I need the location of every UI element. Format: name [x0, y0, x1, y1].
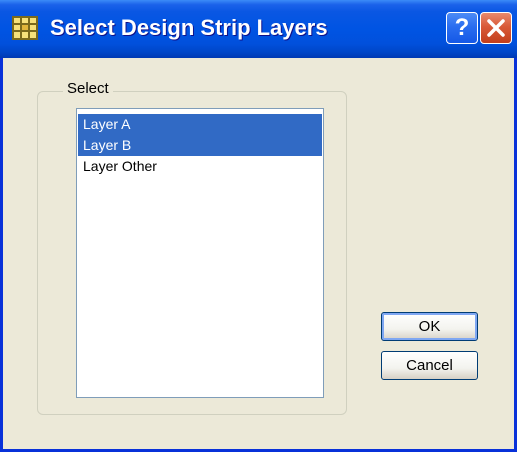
- ok-button[interactable]: OK: [381, 312, 478, 341]
- list-item-layer-other[interactable]: Layer Other: [78, 156, 322, 177]
- title-bar[interactable]: Select Design Strip Layers ?: [0, 0, 517, 58]
- question-icon: ?: [454, 14, 470, 41]
- cancel-button[interactable]: Cancel: [381, 351, 478, 380]
- select-group-label: Select: [63, 80, 113, 97]
- close-icon: [487, 19, 505, 37]
- select-design-strip-layers-dialog: Select Design Strip Layers ? Select Laye…: [0, 0, 517, 452]
- help-button[interactable]: ?: [446, 12, 478, 44]
- list-item-layer-a[interactable]: Layer A: [78, 114, 322, 135]
- window-title: Select Design Strip Layers: [50, 15, 328, 40]
- list-item-layer-b[interactable]: Layer B: [78, 135, 322, 156]
- grid-app-icon: [12, 16, 38, 40]
- layers-listbox[interactable]: Layer A Layer B Layer Other: [76, 108, 324, 398]
- close-button[interactable]: [480, 12, 512, 44]
